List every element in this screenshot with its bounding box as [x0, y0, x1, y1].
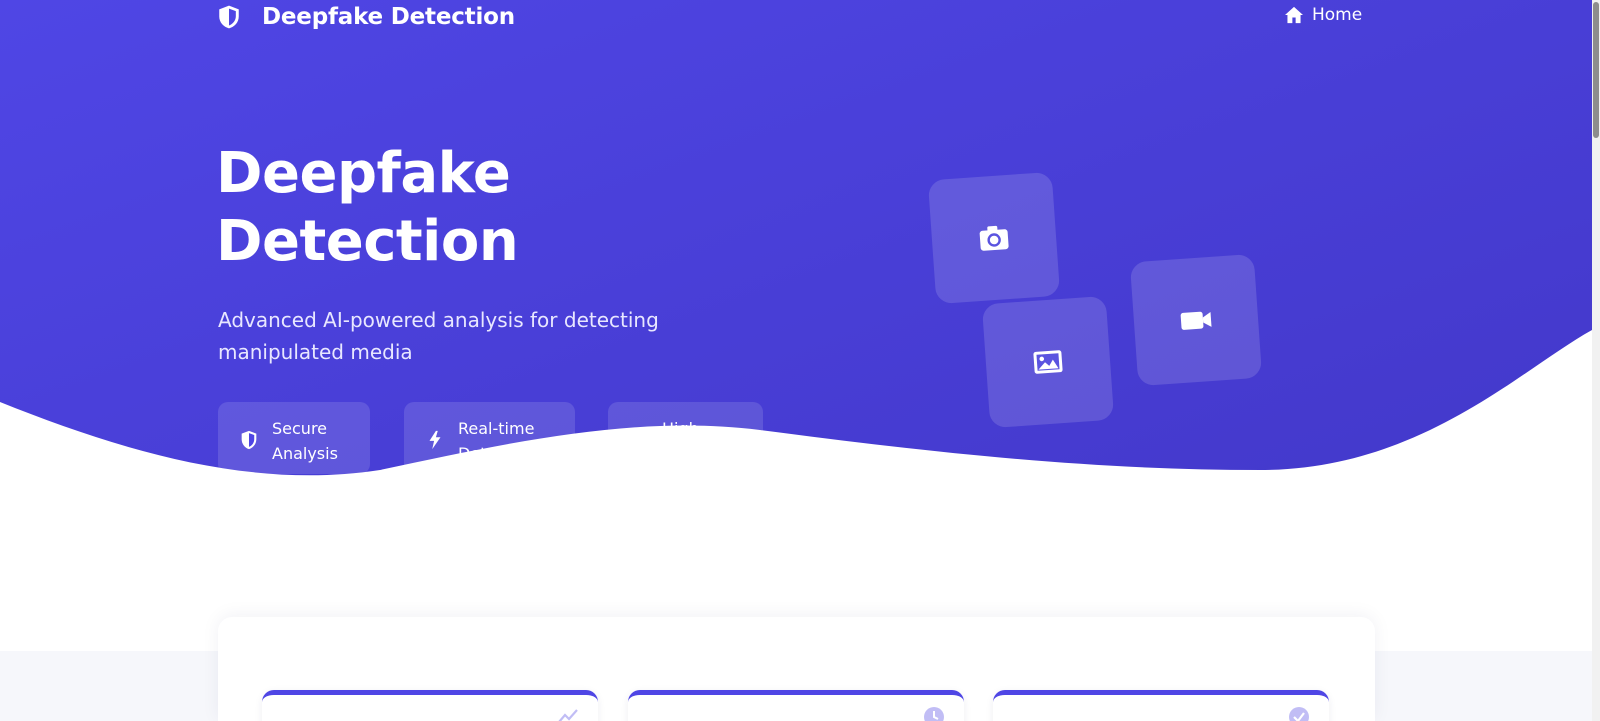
- page-title: Deepfake Detection: [216, 140, 519, 276]
- scrollbar[interactable]: [1592, 0, 1600, 721]
- title-line-1: Deepfake: [216, 141, 511, 206]
- home-icon: [1285, 6, 1303, 24]
- stat-card: [993, 690, 1329, 721]
- nav-home-link[interactable]: Home: [1284, 5, 1362, 25]
- shield-icon: [219, 5, 239, 29]
- clock-icon: [924, 707, 944, 721]
- nav-home-label: Home: [1312, 5, 1363, 25]
- title-line-2: Detection: [216, 209, 519, 274]
- check-circle-icon: [1289, 707, 1309, 721]
- stat-card: [262, 690, 598, 721]
- brand-name: Deepfake Detection: [262, 4, 515, 30]
- scrollbar-thumb[interactable]: [1593, 2, 1599, 138]
- camera-tile: [927, 171, 1061, 305]
- hero-subtitle: Advanced AI-powered analysis for detecti…: [218, 308, 659, 364]
- camera-icon: [979, 225, 1009, 251]
- stat-card: [628, 690, 964, 721]
- trend-chart-icon: [558, 709, 578, 721]
- navbar: Deepfake Detection Home: [0, 0, 1592, 36]
- brand[interactable]: Deepfake Detection: [216, 4, 515, 30]
